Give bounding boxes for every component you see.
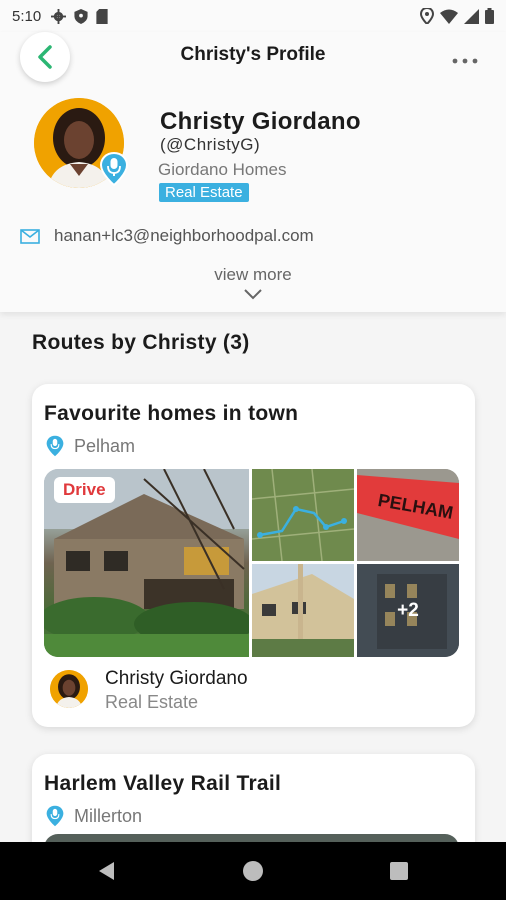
- house-photo: [252, 564, 354, 657]
- pelham-sign-photo: PELHAM: [357, 469, 459, 561]
- nav-recents-icon[interactable]: [390, 862, 408, 880]
- profile-company: Giordano Homes: [158, 160, 287, 179]
- sd-card-icon: [96, 8, 108, 24]
- route-location-row: Pelham: [46, 434, 135, 458]
- route-location-row: Millerton: [46, 804, 142, 828]
- person-photo: [50, 670, 88, 708]
- mail-icon: [20, 228, 40, 244]
- profile-handle: (@ChristyG): [160, 135, 261, 154]
- nav-back-icon[interactable]: [97, 861, 115, 881]
- more-photos-count: +2: [357, 564, 459, 657]
- avatar: [50, 670, 88, 708]
- mic-pin-icon: [100, 152, 128, 186]
- email-address: hanan+lc3@neighborhoodpal.com: [54, 226, 314, 245]
- view-more-link[interactable]: view more: [0, 265, 506, 285]
- route-card[interactable]: Favourite homes in town Pelham Drive PEL…: [32, 384, 475, 727]
- profile-name: Christy Giordano: [160, 108, 361, 135]
- route-photo-more[interactable]: +2: [357, 564, 459, 657]
- status-bar: 5:10: [0, 0, 506, 32]
- settings-gear-icon: [51, 8, 67, 24]
- travel-mode-badge: Drive: [54, 477, 115, 503]
- author-role: Real Estate: [105, 692, 199, 712]
- route-photo-house[interactable]: [252, 564, 354, 657]
- route-photo-main[interactable]: Drive: [44, 469, 249, 657]
- more-dots-icon: [452, 58, 478, 64]
- mic-pin-icon: [46, 805, 64, 827]
- route-photo-gallery[interactable]: Drive PELHAM +2: [44, 469, 459, 657]
- author-name: Christy Giordano: [105, 668, 248, 689]
- wifi-icon: [440, 9, 458, 24]
- nav-home-icon[interactable]: [243, 861, 263, 881]
- route-title: Favourite homes in town: [44, 402, 299, 425]
- email-row[interactable]: hanan+lc3@neighborhoodpal.com: [20, 226, 314, 246]
- profile-avatar-wrap: [34, 98, 128, 188]
- mic-pin-icon: [46, 435, 64, 457]
- profile-category-tag: Real Estate: [159, 183, 249, 202]
- shield-icon: [74, 8, 88, 24]
- chevron-down-icon[interactable]: [243, 288, 263, 300]
- routes-section-title: Routes by Christy (3): [32, 331, 250, 354]
- more-options-button[interactable]: [452, 44, 478, 70]
- page-title: Christy's Profile: [180, 44, 326, 65]
- route-location: Millerton: [74, 805, 143, 826]
- battery-icon: [485, 8, 494, 24]
- signal-icon: [464, 8, 479, 24]
- profile-header: Christy's Profile Christy Giordano (@Chr…: [0, 32, 506, 312]
- location-icon: [420, 8, 434, 24]
- route-photo-sign[interactable]: PELHAM: [357, 469, 459, 561]
- route-photo-map[interactable]: [252, 469, 354, 561]
- route-location: Pelham: [74, 435, 136, 456]
- map-thumbnail: [252, 469, 354, 561]
- route-title: Harlem Valley Rail Trail: [44, 772, 282, 795]
- system-nav-bar: [0, 842, 506, 900]
- status-time: 5:10: [12, 7, 42, 25]
